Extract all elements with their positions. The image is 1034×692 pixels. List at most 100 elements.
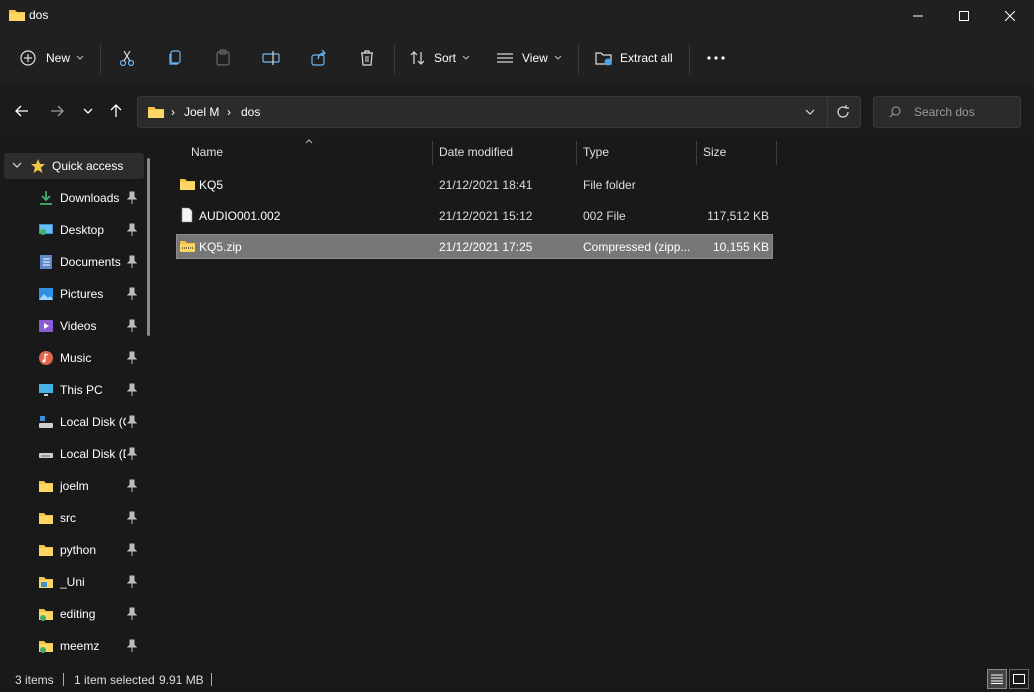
maximize-icon — [959, 11, 969, 21]
recent-locations-button[interactable] — [76, 99, 100, 123]
pin-icon — [126, 479, 138, 492]
back-button[interactable] — [10, 99, 34, 123]
details-view-button[interactable] — [987, 669, 1007, 689]
sidebar-item-joelm[interactable]: joelm — [4, 473, 144, 499]
file-date: 21/12/2021 18:41 — [439, 178, 533, 192]
paste-button[interactable] — [214, 43, 232, 73]
status-bar: 3 items 1 item selected 9.91 MB — [0, 667, 1034, 692]
pin-icon — [126, 543, 138, 556]
sidebar-item-label: editing — [60, 607, 96, 621]
column-header-name[interactable]: Name — [191, 145, 223, 159]
address-bar[interactable]: › Joel M › dos — [137, 96, 861, 128]
sidebar-item-label: python — [60, 543, 97, 557]
chevron-down-icon — [76, 55, 84, 60]
pin-icon — [126, 447, 138, 460]
sidebar-item-uni[interactable]: _Uni — [4, 569, 144, 595]
extract-all-button[interactable]: Extract all — [595, 43, 673, 73]
sidebar-item-label: src — [60, 511, 76, 525]
column-divider[interactable] — [776, 141, 777, 165]
selection-count: 1 item selected — [74, 673, 155, 687]
search-box[interactable]: Search dos — [873, 96, 1021, 128]
pin-icon — [126, 319, 138, 332]
breadcrumb-separator: › — [171, 105, 175, 119]
sidebar-item-desktop[interactable]: Desktop — [4, 217, 144, 243]
sidebar-item-meemz[interactable]: meemz — [4, 633, 144, 659]
chevron-down-icon[interactable] — [805, 109, 815, 115]
file-row[interactable]: AUDIO001.002 21/12/2021 15:12 002 File 1… — [176, 203, 773, 228]
search-placeholder: Search dos — [914, 105, 975, 119]
sidebar-scrollbar[interactable] — [147, 158, 150, 336]
close-button[interactable] — [987, 0, 1033, 32]
sidebar-item-quick-access[interactable]: Quick access — [4, 153, 144, 179]
folder-icon — [39, 513, 53, 524]
extract-icon — [595, 52, 612, 66]
sidebar-item-label: Quick access — [52, 159, 124, 173]
folder-icon — [39, 641, 53, 653]
file-size: 10,155 KB — [712, 240, 769, 254]
thumbnail-view-button[interactable] — [1009, 669, 1029, 689]
sidebar-item-python[interactable]: python — [4, 537, 144, 563]
file-name: KQ5.zip — [199, 240, 242, 254]
view-button[interactable]: View — [497, 43, 562, 73]
file-size: 117,512 KB — [707, 209, 769, 223]
delete-button[interactable] — [358, 43, 376, 73]
file-row[interactable]: KQ5 21/12/2021 18:41 File folder — [176, 172, 773, 197]
column-header-size[interactable]: Size — [703, 145, 726, 159]
file-name: AUDIO001.002 — [199, 209, 281, 223]
sidebar-item-label: _Uni — [60, 575, 85, 589]
sidebar-item-this-pc[interactable]: This PC — [4, 377, 144, 403]
sidebar-item-label: joelm — [60, 479, 89, 493]
videos-icon — [39, 320, 53, 332]
sort-icon — [410, 51, 425, 65]
desktop-icon — [39, 224, 53, 235]
rename-button[interactable] — [262, 43, 280, 73]
sidebar-item-local-disk-c[interactable]: Local Disk (C — [4, 409, 144, 435]
column-divider[interactable] — [576, 141, 577, 165]
toolbar-divider — [578, 44, 579, 74]
minimize-button[interactable] — [895, 0, 941, 32]
sidebar-item-editing[interactable]: editing — [4, 601, 144, 627]
sidebar-item-music[interactable]: Music — [4, 345, 144, 371]
documents-icon — [40, 255, 52, 269]
file-date: 21/12/2021 15:12 — [439, 209, 533, 223]
up-button[interactable] — [104, 99, 128, 123]
column-header-date[interactable]: Date modified — [439, 145, 513, 159]
share-button[interactable] — [310, 43, 328, 73]
more-options-button[interactable] — [707, 43, 725, 73]
sidebar-item-label: Music — [60, 351, 92, 365]
sidebar-item-videos[interactable]: Videos — [4, 313, 144, 339]
trash-icon — [361, 50, 373, 66]
column-divider[interactable] — [696, 141, 697, 165]
copy-button[interactable] — [166, 43, 184, 73]
cut-button[interactable] — [118, 43, 136, 73]
star-icon — [31, 159, 45, 173]
arrow-left-icon — [15, 105, 28, 117]
sidebar-item-label: Local Disk (D — [60, 447, 126, 461]
toolbar-divider — [394, 44, 395, 74]
sidebar-item-downloads[interactable]: Downloads — [4, 185, 144, 211]
address-row: › Joel M › dos Search dos — [0, 85, 1034, 139]
sidebar-item-local-disk-d[interactable]: Local Disk (D — [4, 441, 144, 467]
sidebar-item-src[interactable]: src — [4, 505, 144, 531]
sidebar-item-pictures[interactable]: Pictures — [4, 281, 144, 307]
status-divider — [63, 673, 64, 686]
forward-button[interactable] — [45, 99, 69, 123]
more-icon — [707, 56, 725, 60]
zip-folder-icon — [180, 241, 195, 252]
sort-button[interactable]: Sort — [409, 43, 470, 73]
maximize-button[interactable] — [941, 0, 987, 32]
command-bar: New Sort View Extract all — [0, 32, 1034, 85]
pin-icon — [126, 383, 138, 396]
breadcrumb-item[interactable]: Joel M — [184, 105, 219, 119]
close-icon — [1005, 11, 1015, 21]
column-divider[interactable] — [432, 141, 433, 165]
chevron-down-icon[interactable] — [12, 162, 22, 168]
address-divider — [827, 97, 828, 127]
folder-icon — [9, 10, 25, 21]
new-button[interactable]: New — [20, 43, 84, 73]
sidebar-item-documents[interactable]: Documents — [4, 249, 144, 275]
file-row-selected[interactable]: KQ5.zip 21/12/2021 17:25 Compressed (zip… — [176, 234, 773, 259]
column-header-type[interactable]: Type — [583, 145, 609, 159]
breadcrumb-item[interactable]: dos — [241, 105, 260, 119]
refresh-icon[interactable] — [836, 105, 850, 119]
